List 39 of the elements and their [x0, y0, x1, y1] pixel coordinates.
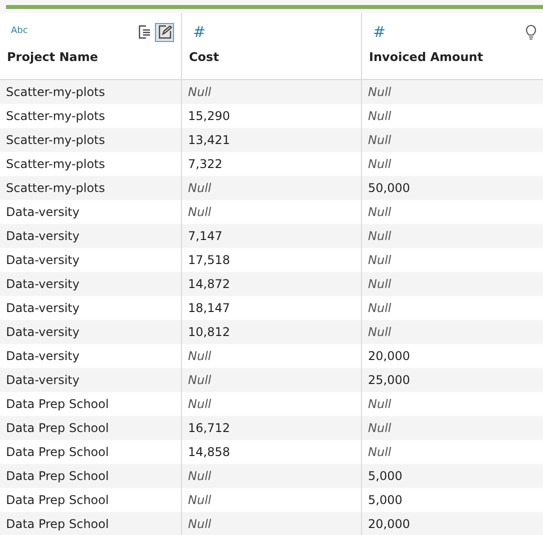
lightbulb-icon[interactable] [526, 24, 536, 40]
table-cell: 25,000 [362, 368, 543, 392]
table-cell: Scatter-my-plots [0, 176, 182, 200]
column-header[interactable]: Cost [189, 48, 219, 66]
data-type-label: Abc [10, 25, 28, 38]
table-cell: Null [362, 272, 543, 296]
table-cell: Data Prep School [0, 464, 182, 488]
table-cell: 13,421 [182, 128, 362, 152]
table-cell: Data Prep School [0, 416, 182, 440]
column-header[interactable]: Invoiced Amount [369, 48, 484, 66]
table-cell: 10,812 [182, 320, 362, 344]
table-cell: 20,000 [362, 512, 543, 535]
table-cell: Data Prep School [0, 512, 182, 535]
edit-button[interactable] [155, 22, 174, 42]
table-cell: Data-versity [0, 320, 182, 344]
table-cell: 50,000 [362, 176, 543, 200]
table-cell: Null [362, 416, 543, 440]
table-cell: 7,147 [182, 224, 362, 248]
table-cell: Null [362, 224, 543, 248]
table-cell: Null [182, 176, 362, 200]
table-cell: 14,872 [182, 272, 362, 296]
column-header[interactable]: Project Name [7, 48, 98, 66]
data-type-label: # [192, 22, 206, 43]
table-cell: Null [362, 128, 543, 152]
table-cell: 5,000 [362, 464, 543, 488]
table-cell: Null [182, 368, 362, 392]
table-cell: Data-versity [0, 272, 182, 296]
table-cell: Null [182, 464, 362, 488]
data-type-label: # [372, 22, 386, 43]
table-cell: 16,712 [182, 416, 362, 440]
table-cell: Null [182, 512, 362, 535]
table-cell: Data-versity [0, 224, 182, 248]
table-cell: Null [362, 80, 543, 104]
table-cell: Scatter-my-plots [0, 80, 182, 104]
export-icon[interactable] [138, 25, 151, 39]
table-cell: Null [182, 80, 362, 104]
table-cell: Scatter-my-plots [0, 128, 182, 152]
table-cell: Null [362, 320, 543, 344]
table-cell: Data-versity [0, 368, 182, 392]
